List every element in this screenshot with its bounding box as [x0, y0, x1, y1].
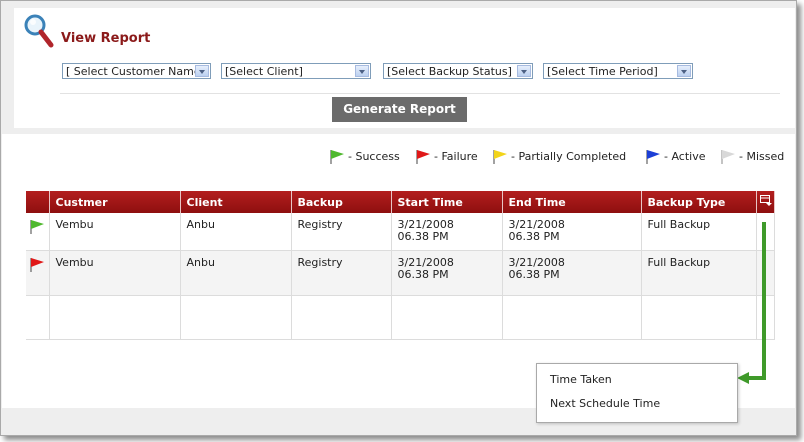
start-time: 06.38 PM [397, 268, 449, 281]
start-time-cell: 3/21/2008 06.38 PM [391, 250, 503, 296]
customer-select-value: [ Select Customer Name [66, 65, 201, 78]
end-time-cell: 3/21/2008 06.38 PM [502, 213, 642, 251]
column-header[interactable]: Custmer [49, 191, 181, 213]
column-header-flag [26, 191, 50, 213]
report-table: Custmer Client Backup Start Time End Tim… [26, 191, 775, 340]
callout-arrowhead [737, 372, 749, 384]
end-time-cell: 3/21/2008 06.38 PM [502, 250, 642, 296]
time-period-select[interactable]: [Select Time Period] [543, 63, 693, 79]
backup-cell: Registry [291, 250, 392, 296]
legend-label: - Success [348, 150, 400, 163]
start-time: 06.38 PM [397, 230, 449, 243]
time-period-select-value: [Select Time Period] [547, 65, 658, 78]
flag-active-icon [646, 150, 660, 164]
backup-status-select-value: [Select Backup Status] [387, 65, 512, 78]
customer-select[interactable]: [ Select Customer Name [62, 63, 211, 79]
menu-item-next-schedule-time[interactable]: Next Schedule Time [550, 397, 660, 410]
column-header[interactable]: Backup [291, 191, 392, 213]
column-menu: Time Taken Next Schedule Time [536, 363, 738, 423]
customer-cell: Vembu [49, 213, 181, 251]
column-header[interactable]: End Time [502, 191, 642, 213]
status-flag-cell [26, 250, 50, 296]
client-cell: Anbu [180, 213, 292, 251]
client-select-value: [Select Client] [225, 65, 303, 78]
chevron-down-icon[interactable] [355, 65, 369, 77]
empty-cell [26, 295, 50, 340]
callout-arrow [762, 222, 766, 380]
flag-failure-icon [416, 150, 430, 164]
table-row[interactable]: Vembu Anbu Registry 3/21/2008 06.38 PM 3/… [26, 250, 775, 296]
generate-report-button[interactable]: Generate Report [332, 97, 467, 122]
legend-label: - Partially Completed [511, 150, 627, 163]
end-time: 06.38 PM [508, 230, 560, 243]
column-header[interactable]: Client [180, 191, 292, 213]
flag-failure-icon [30, 258, 44, 272]
backup-type-cell: Full Backup [641, 250, 757, 296]
backup-status-select[interactable]: [Select Backup Status] [383, 63, 533, 79]
legend-label: - Missed [739, 150, 785, 163]
backup-cell: Registry [291, 213, 392, 251]
status-flag-cell [26, 213, 50, 251]
flag-success-icon [330, 150, 344, 164]
table-row[interactable]: Vembu Anbu Registry 3/21/2008 06.38 PM 3/… [26, 213, 775, 251]
empty-cell [49, 295, 181, 340]
table-header: Custmer Client Backup Start Time End Tim… [26, 191, 775, 213]
end-time: 06.38 PM [508, 268, 560, 281]
empty-cell [391, 295, 503, 340]
legend-label: - Active [664, 150, 706, 163]
flag-partial-icon [493, 150, 507, 164]
customer-cell: Vembu [49, 250, 181, 296]
column-header[interactable]: Backup Type [641, 191, 757, 213]
empty-cell [180, 295, 292, 340]
column-chooser-icon[interactable] [759, 194, 772, 207]
start-time-cell: 3/21/2008 06.38 PM [391, 213, 503, 251]
chevron-down-icon[interactable] [517, 65, 531, 77]
chevron-down-icon[interactable] [195, 65, 209, 77]
empty-cell [502, 295, 642, 340]
page-title: View Report [61, 31, 151, 46]
table-row-empty [26, 295, 775, 340]
divider [60, 93, 780, 94]
column-header[interactable]: Start Time [391, 191, 503, 213]
legend-label: - Failure [434, 150, 478, 163]
flag-success-icon [30, 220, 44, 234]
magnifier-icon [24, 14, 54, 48]
backup-type-cell: Full Backup [641, 213, 757, 251]
menu-item-time-taken[interactable]: Time Taken [550, 373, 612, 386]
empty-cell [291, 295, 392, 340]
flag-missed-icon [721, 150, 735, 164]
client-select[interactable]: [Select Client] [221, 63, 371, 79]
chevron-down-icon[interactable] [677, 65, 691, 77]
client-cell: Anbu [180, 250, 292, 296]
callout-arrow [748, 376, 766, 380]
empty-cell [641, 295, 757, 340]
column-chooser-button[interactable] [756, 191, 775, 213]
